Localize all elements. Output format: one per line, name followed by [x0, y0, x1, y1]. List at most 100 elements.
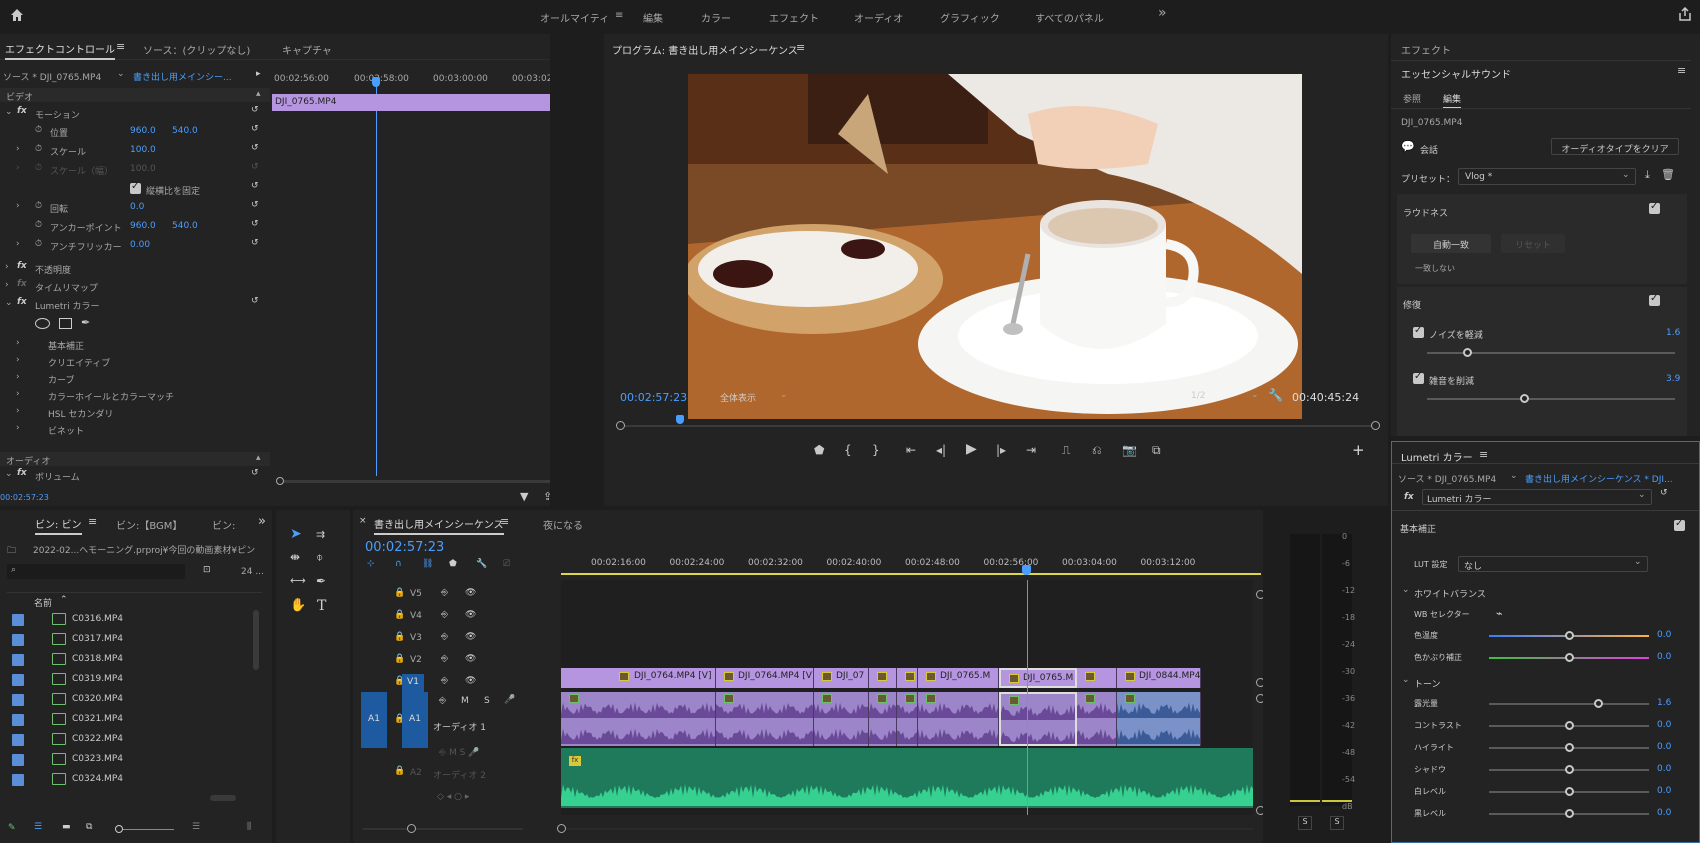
program-playhead[interactable] — [676, 415, 684, 424]
lumetri-subsection[interactable]: › HSL セカンダリ — [0, 404, 270, 422]
param-value[interactable]: 100.0 — [130, 145, 156, 155]
reset-icon[interactable]: ↺ — [251, 200, 259, 210]
panel-menu-icon[interactable]: ≡ — [796, 41, 805, 54]
workspace-tab-all[interactable]: オールマイティ — [540, 10, 609, 25]
tone-slider-value[interactable]: 0.0 — [1657, 764, 1671, 774]
step-back-icon[interactable]: ◂| — [936, 443, 946, 457]
list-view-icon[interactable]: ☰ — [34, 822, 42, 832]
expand-icon[interactable]: › — [5, 262, 9, 272]
fit-dropdown[interactable]: 全体表示 ⌄ — [716, 389, 794, 404]
reset-icon[interactable]: ↺ — [251, 181, 259, 191]
video-clip[interactable] — [897, 668, 918, 688]
stopwatch-icon[interactable]: ⏱ — [35, 144, 42, 154]
slider-knob[interactable] — [1565, 765, 1574, 774]
sort-icon[interactable]: ☰ — [192, 822, 200, 832]
add-marker-icon[interactable]: ⬟ — [449, 559, 457, 569]
tab-main-sequence[interactable]: 書き出し用メインシーケンス — [374, 516, 504, 535]
label-color-swatch[interactable] — [12, 714, 24, 726]
work-area-bar[interactable] — [561, 573, 1261, 575]
lock-icon[interactable]: 🔒 — [394, 766, 405, 776]
timeline-ruler[interactable]: 00:02:16:00 00:02:24:00 00:02:32:00 00:02:4… — [561, 550, 1261, 584]
captions-icon[interactable]: ⎚ — [503, 559, 510, 569]
tab-effect-controls[interactable]: エフェクトコントロール — [5, 41, 115, 60]
audio-clip[interactable] — [561, 692, 716, 746]
tint-slider[interactable] — [1489, 653, 1649, 662]
slider-knob[interactable] — [1462, 348, 1472, 357]
ripple-edit-tool-icon[interactable]: ⇼ — [290, 550, 300, 564]
workspace-tab-graphics[interactable]: グラフィック — [940, 10, 1000, 25]
auto-match-button[interactable]: 自動一致 — [1411, 234, 1491, 253]
workspace-tab-effects[interactable]: エフェクト — [769, 10, 819, 25]
tab-browse[interactable]: 参照 — [1403, 92, 1421, 105]
microphone-icon[interactable]: 🎤 — [504, 695, 515, 705]
video-clip[interactable]: DJI_0765.M — [918, 668, 999, 688]
program-title[interactable]: プログラム: 書き出し用メインシーケンス — [612, 42, 798, 57]
expand-icon[interactable]: › — [16, 239, 20, 249]
search-input[interactable]: ⌕ — [7, 564, 185, 579]
temperature-slider[interactable] — [1489, 631, 1649, 640]
panel-menu-icon[interactable]: ≡ — [1479, 448, 1488, 461]
video-clip[interactable]: DJI_0844.MP4 — [1117, 668, 1201, 688]
param-value[interactable]: 540.0 — [172, 126, 198, 136]
lumetri-sequence[interactable]: 書き出し用メインシーケンス * DJI... — [1525, 472, 1673, 485]
audio-clip[interactable] — [869, 692, 897, 746]
solo-right-button[interactable]: S — [1330, 816, 1344, 830]
expand-icon[interactable]: ⌄ — [5, 298, 13, 308]
slider-knob[interactable] — [1565, 653, 1574, 662]
expand-icon[interactable]: › — [5, 280, 9, 290]
opacity-row[interactable]: › fx 不透明度 — [0, 260, 270, 278]
reset-button[interactable]: リセット — [1501, 234, 1565, 253]
rectangle-mask-icon[interactable] — [59, 318, 72, 329]
lumetri-row[interactable]: ⌄ fx Lumetri カラー ↺ — [0, 296, 270, 314]
add-marker-icon[interactable]: ⬟ — [814, 443, 824, 457]
tab-source[interactable]: ソース：(クリップなし) — [143, 42, 250, 57]
workspace-tab-color[interactable]: カラー — [701, 10, 731, 25]
scroll-handle[interactable] — [1256, 590, 1263, 599]
reset-icon[interactable]: ↺ — [251, 105, 259, 115]
sync-lock-icon[interactable]: ⎆ — [439, 696, 446, 706]
settings-wrench-icon[interactable]: 🔧 — [476, 559, 487, 569]
audio-clip[interactable] — [1117, 692, 1201, 746]
video-clip[interactable]: DJI_0764.MP4 [V] — [716, 668, 814, 688]
track-label[interactable]: A2 — [410, 768, 422, 778]
param-value[interactable]: 960.0 — [130, 126, 156, 136]
expand-icon[interactable]: ⌄ — [1402, 675, 1410, 685]
lumetri-subsection[interactable]: › ビネット — [0, 421, 270, 439]
add-button-icon[interactable]: + — [1352, 441, 1365, 459]
tab-bin-bgm[interactable]: ビン:【BGM】 — [116, 517, 182, 532]
tab-night-sequence[interactable]: 夜になる — [543, 517, 583, 532]
column-name-header[interactable]: 名前 — [34, 596, 52, 609]
workspace-more-button[interactable]: » — [1158, 5, 1167, 21]
zoom-slider[interactable] — [115, 825, 174, 833]
expand-icon[interactable]: › — [16, 144, 20, 154]
label-color-swatch[interactable] — [12, 674, 24, 686]
tab-bin-other[interactable]: ビン: — [212, 517, 235, 532]
snap-icon[interactable]: ∩ — [395, 559, 402, 569]
preset-dropdown[interactable]: Vlog * ⌄ — [1458, 168, 1636, 185]
export-icon[interactable]: ⇪ — [543, 490, 550, 503]
param-value[interactable]: 0.00 — [130, 240, 150, 250]
track-height-slider[interactable] — [363, 824, 523, 833]
tone-slider-value[interactable]: 0.0 — [1657, 742, 1671, 752]
eye-icon[interactable]: 👁 — [465, 676, 476, 686]
new-search-bin-icon[interactable]: ⊡ — [203, 565, 211, 575]
pen-mask-icon[interactable]: ✒ — [81, 316, 90, 329]
volume-row[interactable]: ⌄ fx ボリューム ↺ — [0, 468, 270, 484]
eyedropper-icon[interactable]: ⌁ — [1496, 607, 1503, 620]
white-balance-label[interactable]: ホワイトバランス — [1414, 587, 1486, 600]
close-icon[interactable]: × — [359, 516, 367, 526]
workspace-menu-icon[interactable]: ≡ — [615, 10, 623, 21]
fx-icon[interactable]: fx — [17, 106, 27, 116]
list-item[interactable]: C0317.MP4 — [0, 630, 252, 650]
param-value[interactable]: 960.0 — [130, 221, 156, 231]
go-to-in-icon[interactable]: ⇤ — [906, 443, 916, 457]
ec-zoom-bar[interactable] — [276, 477, 550, 485]
tone-slider[interactable] — [1489, 699, 1649, 708]
tab-capture[interactable]: キャプチャ — [282, 42, 332, 57]
sequence-label[interactable]: 書き出し用メインシー... — [133, 70, 232, 83]
lock-icon[interactable]: 🔒 — [394, 610, 405, 620]
label-color-swatch[interactable] — [12, 654, 24, 666]
workspace-tab-audio[interactable]: オーディオ — [854, 10, 903, 25]
sync-lock-icon[interactable]: ⎆ — [441, 676, 448, 686]
tone-slider[interactable] — [1489, 765, 1649, 774]
